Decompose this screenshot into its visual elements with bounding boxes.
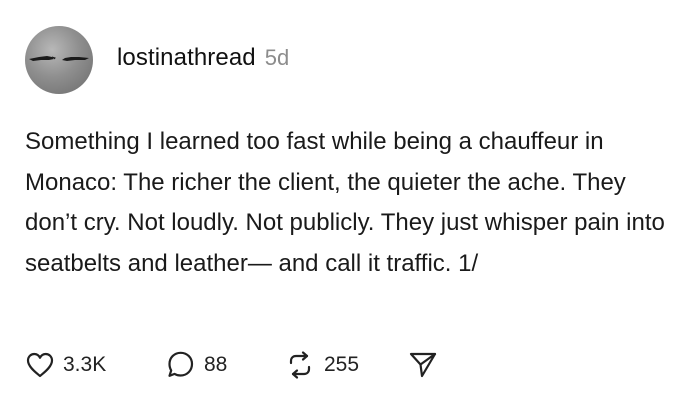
speech-bubble-icon [168,351,194,377]
share-button[interactable] [408,350,438,380]
like-button[interactable]: 3.3K [25,350,106,380]
timestamp[interactable]: 5d [265,45,289,71]
hands-reaching-image [29,56,89,61]
repost-button[interactable]: 255 [284,350,359,380]
heart-icon [26,352,54,378]
post-header: lostinathread 5d [117,44,289,76]
username[interactable]: lostinathread [117,44,256,72]
reply-button[interactable]: 88 [166,350,227,380]
paper-plane-icon [409,352,437,378]
avatar[interactable] [25,26,93,94]
like-count: 3.3K [63,353,107,376]
thread-post: lostinathread 5d Something I learned too… [0,0,700,408]
repost-arrows-icon [289,351,311,379]
reply-count: 88 [204,353,228,376]
repost-count: 255 [324,353,360,376]
post-text: Something I learned too fast while being… [25,128,665,277]
